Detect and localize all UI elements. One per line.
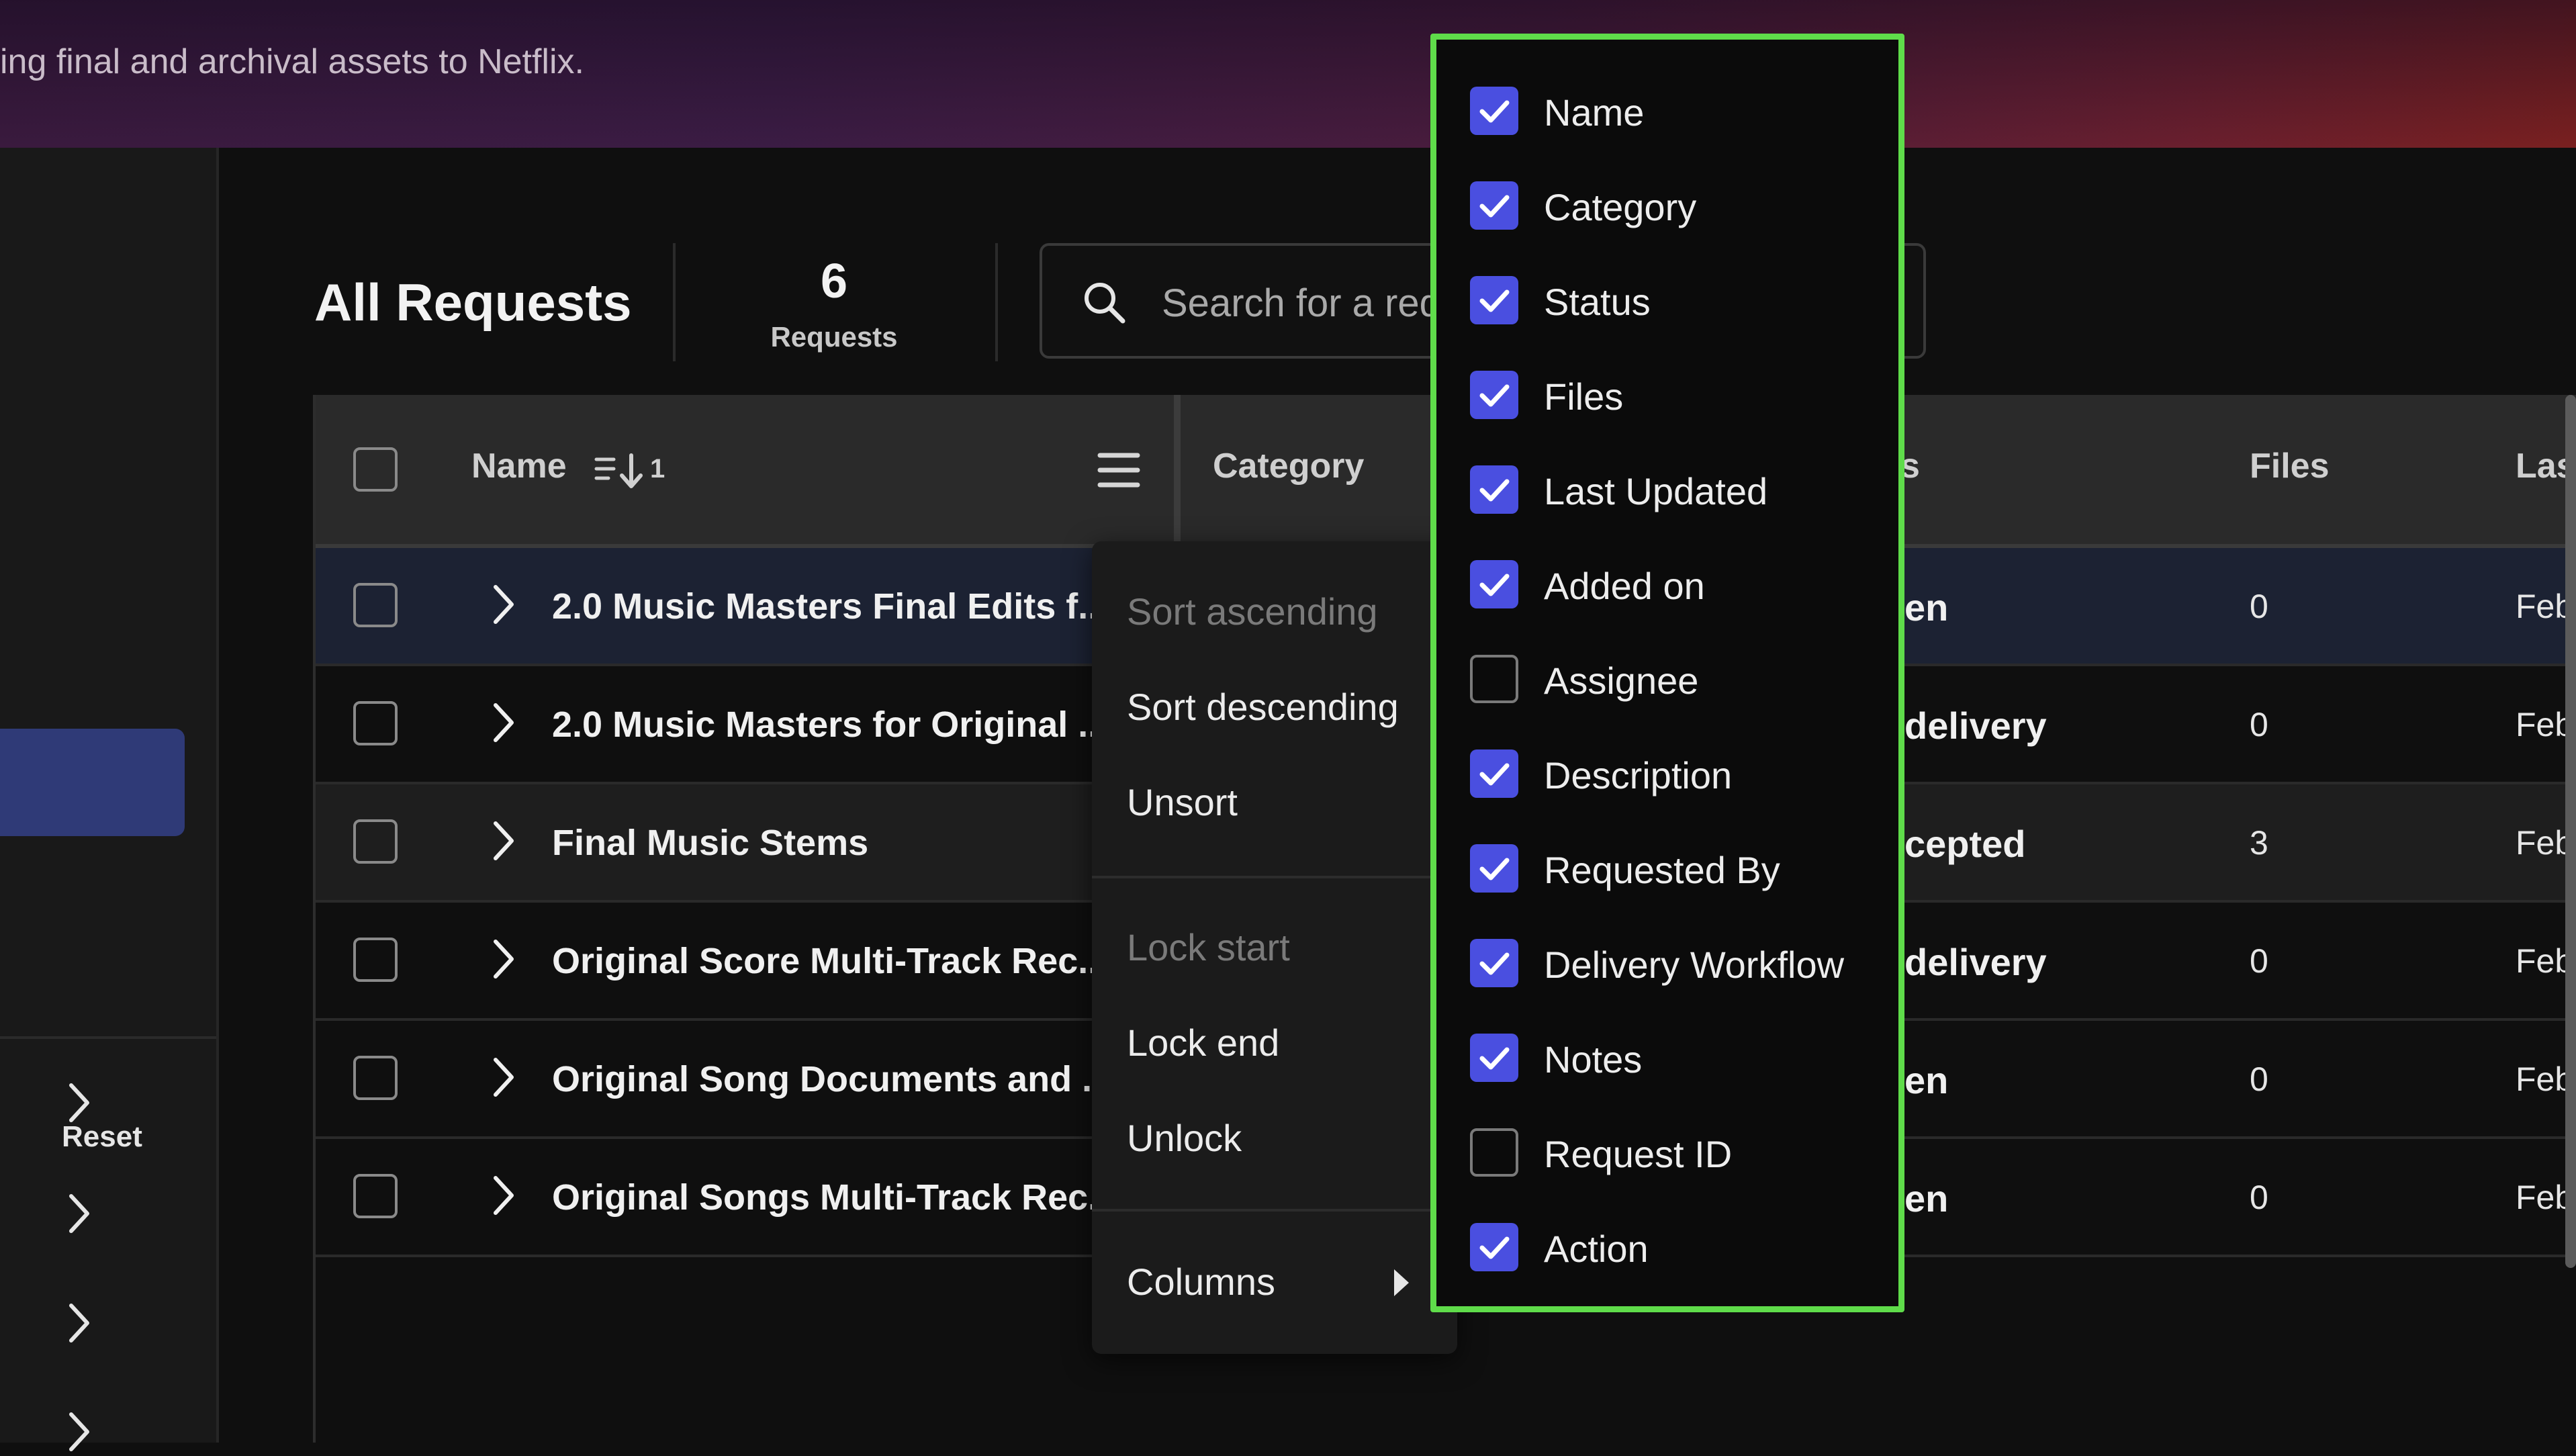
row-status: cepted	[1904, 823, 2026, 865]
sort-rank: 1	[650, 454, 665, 484]
checkmark-icon	[1479, 1236, 1510, 1259]
row-checkbox[interactable]	[353, 1174, 398, 1218]
search-icon	[1085, 283, 1125, 324]
column-option-label: Files	[1544, 375, 1624, 418]
request-count-label: Requests	[770, 321, 898, 353]
row-status: en	[1904, 1059, 1949, 1101]
select-all-checkbox[interactable]	[353, 447, 398, 492]
menu-item-lock-end[interactable]: Lock end	[1127, 1021, 1279, 1064]
row-files: 0	[2250, 588, 2268, 625]
column-option-checkbox[interactable]	[1470, 844, 1518, 893]
reset-button[interactable]: Reset	[62, 1120, 142, 1154]
row-files: 0	[2250, 706, 2268, 743]
column-header-files[interactable]: Files	[2250, 446, 2330, 486]
banner-description: ing final and archival assets to Netflix…	[0, 42, 584, 81]
row-status: en	[1904, 586, 1949, 629]
row-files: 0	[2250, 942, 2268, 980]
checkmark-icon	[1479, 858, 1510, 880]
menu-item-columns[interactable]: Columns	[1127, 1260, 1275, 1304]
column-option-label: Last Updated	[1544, 470, 1768, 512]
column-option-checkbox[interactable]	[1470, 371, 1518, 419]
column-option-checkbox[interactable]	[1470, 181, 1518, 230]
chevron-right-icon[interactable]	[66, 1192, 93, 1235]
row-checkbox[interactable]	[353, 701, 398, 745]
chevron-right-icon[interactable]	[492, 1174, 516, 1217]
menu-item-unlock[interactable]: Unlock	[1127, 1116, 1242, 1160]
column-option-checkbox[interactable]	[1470, 749, 1518, 798]
menu-item-lock-start: Lock start	[1127, 926, 1290, 968]
column-option-label: Description	[1544, 754, 1733, 797]
chevron-right-icon[interactable]	[66, 1410, 93, 1453]
checkmark-icon	[1479, 195, 1510, 218]
search-placeholder: Search for a req	[1162, 281, 1441, 325]
column-option-label: Request ID	[1544, 1133, 1733, 1175]
request-count: 6	[820, 255, 848, 308]
sidebar-active-item[interactable]	[0, 729, 185, 836]
column-option-checkbox[interactable]	[1470, 1034, 1518, 1082]
checkmark-icon	[1479, 479, 1510, 502]
column-header-name[interactable]: Name	[471, 446, 567, 486]
menu-divider	[1092, 1209, 1457, 1212]
column-option-checkbox[interactable]	[1470, 1223, 1518, 1271]
row-files: 0	[2250, 1060, 2268, 1098]
column-option-checkbox[interactable]	[1470, 87, 1518, 135]
column-option-label: Action	[1544, 1228, 1649, 1270]
sidebar-divider	[0, 1036, 216, 1039]
chevron-right-icon[interactable]	[492, 583, 516, 626]
column-option-label: Category	[1544, 186, 1697, 228]
header-divider	[995, 243, 998, 361]
menu-item-unsort[interactable]: Unsort	[1127, 780, 1238, 824]
row-checkbox[interactable]	[353, 819, 398, 864]
page-title: All Requests	[314, 273, 632, 332]
column-resize-handle[interactable]	[1174, 395, 1181, 544]
checkmark-icon	[1479, 574, 1510, 596]
checkmark-icon	[1479, 952, 1510, 975]
chevron-right-icon[interactable]	[492, 1056, 516, 1099]
column-option-label: Assignee	[1544, 659, 1699, 702]
checkmark-icon	[1479, 1047, 1510, 1070]
checkmark-icon	[1479, 100, 1510, 123]
row-files: 0	[2250, 1179, 2268, 1216]
row-checkbox[interactable]	[353, 583, 398, 627]
chevron-right-icon[interactable]	[492, 701, 516, 744]
row-checkbox[interactable]	[353, 938, 398, 982]
column-option-label: Name	[1544, 91, 1645, 134]
chevron-right-icon[interactable]	[66, 1302, 93, 1345]
column-header-category[interactable]: Category	[1213, 446, 1364, 486]
chevron-right-icon[interactable]	[492, 819, 516, 862]
column-chooser-panel: Name Category Status Files Last Updated Added…	[1430, 34, 1904, 1312]
checkmark-icon	[1479, 289, 1510, 312]
checkmark-icon	[1479, 763, 1510, 786]
chevron-right-icon[interactable]	[66, 1081, 93, 1124]
caret-right-icon	[1394, 1269, 1409, 1296]
column-option-checkbox[interactable]	[1470, 939, 1518, 987]
row-status: en	[1904, 1177, 1949, 1220]
column-option-checkbox[interactable]	[1470, 655, 1518, 703]
menu-item-sort-ascending: Sort ascending	[1127, 590, 1378, 633]
column-option-label: Status	[1544, 281, 1651, 323]
row-files: 3	[2250, 824, 2268, 862]
header-divider	[673, 243, 676, 361]
column-option-checkbox[interactable]	[1470, 465, 1518, 514]
hamburger-menu-icon[interactable]	[1097, 451, 1140, 489]
column-option-checkbox[interactable]	[1470, 1128, 1518, 1177]
sidebar: Reset	[0, 148, 219, 1451]
column-option-checkbox[interactable]	[1470, 560, 1518, 608]
row-status: delivery	[1904, 704, 2047, 747]
column-option-label: Added on	[1544, 565, 1705, 607]
column-option-label: Delivery Workflow	[1544, 944, 1845, 986]
menu-divider	[1092, 876, 1457, 878]
row-checkbox[interactable]	[353, 1056, 398, 1100]
menu-item-sort-descending[interactable]: Sort descending	[1127, 685, 1399, 729]
chevron-right-icon[interactable]	[492, 938, 516, 981]
row-status: delivery	[1904, 941, 2047, 983]
column-option-label: Requested By	[1544, 849, 1780, 891]
column-option-checkbox[interactable]	[1470, 276, 1518, 324]
page-banner: ing final and archival assets to Netflix…	[0, 0, 2576, 148]
column-option-label: Notes	[1544, 1038, 1643, 1081]
column-context-menu: Sort ascending Sort descending Unsort Lo…	[1092, 541, 1457, 1354]
vertical-scrollbar[interactable]	[2565, 395, 2576, 1268]
checkmark-icon	[1479, 384, 1510, 407]
